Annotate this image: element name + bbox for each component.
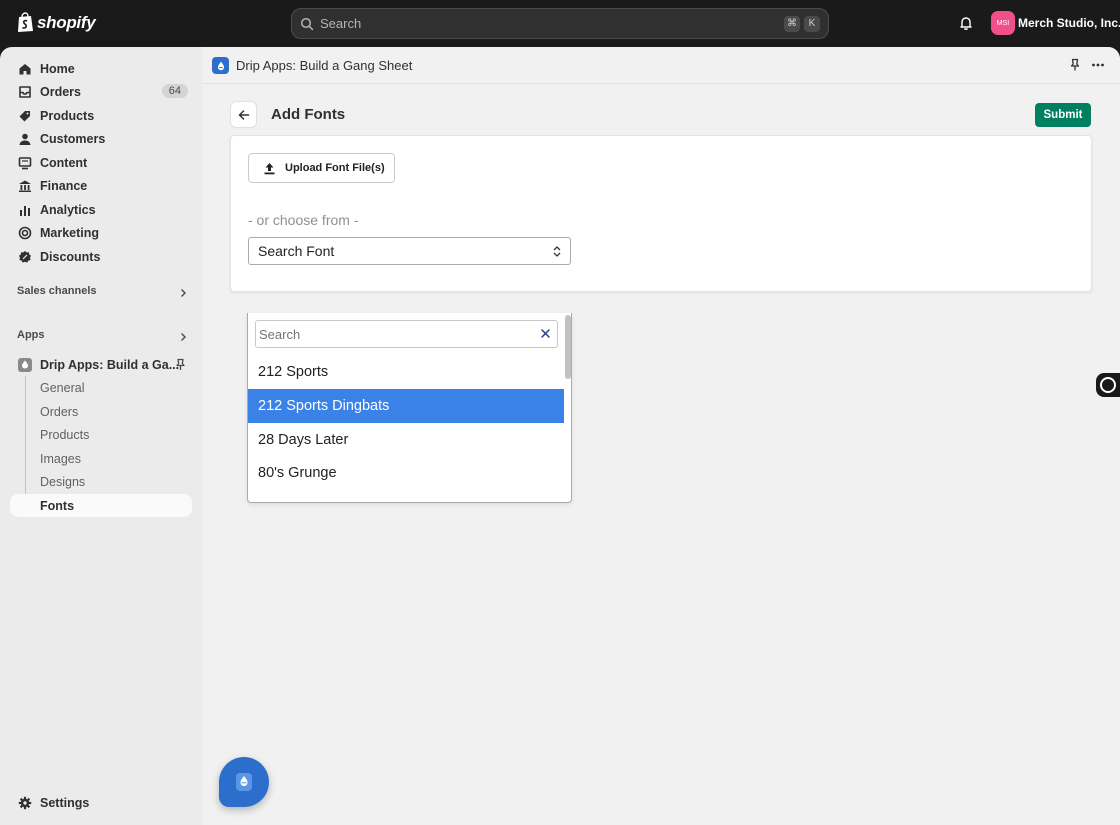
upload-icon: [264, 162, 275, 174]
app-frame: Add Fonts Submit Upload Font File(s) - o…: [202, 84, 1120, 825]
sidebar-app-drip[interactable]: Drip Apps: Build a Ga...: [10, 353, 192, 376]
app-title-bar: Drip Apps: Build a Gang Sheet: [202, 47, 1120, 84]
sidebar-app-label: Drip Apps: Build a Ga...: [40, 357, 180, 372]
sidebar-item-discounts[interactable]: Discounts: [10, 245, 192, 268]
person-icon: [19, 133, 31, 145]
sidebar-item-products[interactable]: Products: [10, 104, 192, 127]
font-option[interactable]: 212 Sports: [248, 355, 564, 389]
global-search[interactable]: Search ⌘ K: [291, 8, 829, 39]
pin-icon[interactable]: [174, 358, 187, 371]
dropdown-scrollbar[interactable]: [565, 315, 571, 379]
sidebar-item-customers[interactable]: Customers: [10, 127, 192, 150]
ring-icon: [1100, 377, 1116, 393]
back-button[interactable]: [230, 101, 257, 128]
drip-drop-icon: [236, 773, 252, 791]
add-fonts-card: Upload Font File(s) - or choose from - S…: [230, 135, 1092, 292]
store-name[interactable]: Merch Studio, Inc.: [1018, 16, 1120, 30]
app-subitem-images[interactable]: Images: [10, 447, 192, 470]
sidebar-item-settings[interactable]: Settings: [10, 791, 192, 814]
discount-icon: [19, 250, 31, 263]
main-area: Drip Apps: Build a Gang Sheet Add Fonts …: [202, 47, 1120, 825]
sidebar-item-label: Home: [40, 61, 75, 76]
font-option[interactable]: 80's Grunge: [248, 456, 564, 490]
drip-chat-button[interactable]: [219, 757, 269, 807]
home-icon: [19, 63, 31, 74]
sidebar-item-label: Content: [40, 155, 88, 170]
font-select[interactable]: Search Font: [248, 237, 571, 265]
close-icon[interactable]: [540, 328, 551, 339]
sidebar-item-label: Finance: [40, 178, 88, 193]
sidebar-item-label: Customers: [40, 131, 106, 146]
bell-icon[interactable]: [958, 15, 974, 31]
sales-channels-heading[interactable]: Sales channels: [17, 285, 97, 297]
font-select-value: Search Font: [258, 243, 335, 259]
pin-icon[interactable]: [1068, 58, 1082, 72]
sidebar-item-orders[interactable]: Orders 64: [10, 80, 192, 103]
sidebar-item-marketing[interactable]: Marketing: [10, 221, 192, 244]
orders-count-badge: 64: [161, 84, 188, 98]
target-icon: [18, 226, 32, 239]
gear-icon: [18, 796, 32, 809]
sidebar-item-label: Orders: [40, 84, 81, 99]
app-subitem-orders[interactable]: Orders: [10, 400, 192, 423]
sidebar-item-label: Products: [40, 108, 95, 123]
bank-icon: [19, 180, 31, 192]
sidebar-item-label: Marketing: [40, 225, 100, 240]
app-subitem-products[interactable]: Products: [10, 423, 192, 446]
chevron-right-icon[interactable]: [178, 288, 188, 298]
submit-button[interactable]: Submit: [1035, 103, 1091, 127]
apps-heading[interactable]: Apps: [17, 329, 45, 341]
top-bar: shopify Search ⌘ K MSI Merch Studio, Inc…: [0, 0, 1120, 47]
or-choose-text: - or choose from -: [248, 212, 359, 228]
sidebar-item-label: Settings: [40, 795, 90, 810]
font-option-highlighted[interactable]: 212 Sports Dingbats: [248, 389, 564, 423]
sidebar-item-finance[interactable]: Finance: [10, 174, 192, 197]
app-title: Drip Apps: Build a Gang Sheet: [236, 58, 413, 73]
search-icon: [300, 17, 314, 30]
drip-app-icon: [18, 357, 32, 372]
app-subitem-general[interactable]: General: [10, 376, 192, 399]
font-dropdown: Search 212 Sports 212 Sports Dingbats 28…: [247, 313, 572, 503]
sidebar-item-content[interactable]: Content: [10, 151, 192, 174]
search-placeholder: Search: [320, 16, 362, 31]
upload-font-label: Upload Font File(s): [285, 162, 385, 174]
brand-name: shopify: [37, 12, 96, 32]
side-panel-toggle[interactable]: [1096, 373, 1120, 397]
font-search-placeholder: Search: [259, 326, 301, 342]
store-avatar[interactable]: MSI: [991, 11, 1015, 35]
shopify-bag-icon: [18, 12, 33, 32]
page-title: Add Fonts: [271, 106, 346, 123]
chevron-right-icon[interactable]: [178, 332, 188, 342]
sidebar-item-label: Discounts: [40, 249, 101, 264]
orders-icon: [19, 85, 31, 98]
drip-app-icon: [212, 57, 229, 74]
shopify-logo[interactable]: shopify: [16, 12, 96, 33]
font-search-input[interactable]: Search: [255, 320, 558, 348]
analytics-icon: [20, 205, 30, 216]
app-subitem-fonts[interactable]: Fonts: [10, 494, 192, 517]
more-actions-icon[interactable]: [1091, 58, 1105, 72]
font-option[interactable]: 28 Days Later: [248, 423, 564, 457]
select-arrows-icon: [553, 246, 561, 257]
arrow-left-icon: [238, 109, 249, 120]
tag-icon: [19, 110, 30, 121]
app-subitem-designs[interactable]: Designs: [10, 470, 192, 493]
sidebar-item-home[interactable]: Home: [10, 57, 192, 80]
content-icon: [18, 156, 32, 169]
sidebar-item-analytics[interactable]: Analytics: [10, 198, 192, 221]
upload-font-button[interactable]: Upload Font File(s): [248, 153, 395, 183]
sidebar-item-label: Analytics: [40, 202, 96, 217]
shortcut-k-key: K: [804, 15, 820, 32]
shortcut-cmd-key: ⌘: [784, 15, 800, 32]
